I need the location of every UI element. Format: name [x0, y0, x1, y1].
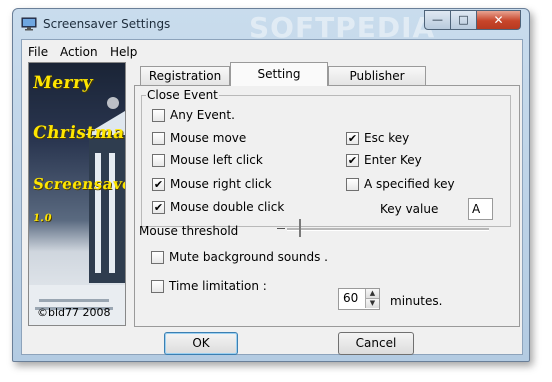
client-area: File Action Help Merry Christmas Screens…: [21, 39, 523, 355]
time-limit-value: 60: [343, 291, 359, 305]
time-limit-unit: minutes.: [390, 294, 443, 308]
any-event-checkbox[interactable]: [152, 109, 165, 122]
spin-up-icon[interactable]: ▲: [365, 289, 379, 299]
tab-setting[interactable]: Setting: [230, 62, 328, 86]
esc-key-label: Esc key: [364, 131, 410, 145]
banner-line-3: Screensaver: [31, 175, 126, 193]
window-title: Screensaver Settings: [43, 17, 171, 31]
minimize-button[interactable]: —: [424, 10, 451, 30]
close-event-label: Close Event: [146, 88, 219, 102]
banner-copyright: ©bld77 2008: [37, 306, 111, 319]
ok-button[interactable]: OK: [164, 332, 238, 355]
specified-key-label: A specified key: [364, 177, 455, 191]
banner-line-1: Merry: [31, 73, 95, 93]
spin-down-icon[interactable]: ▼: [365, 299, 379, 308]
title-bar[interactable]: Screensaver Settings SOFTPEDIA — □ ✕: [13, 9, 529, 44]
menu-file[interactable]: File: [28, 45, 48, 59]
snowy-scene-image: [29, 97, 125, 325]
mouse-double-click-label: Mouse double click: [170, 200, 285, 214]
cancel-button[interactable]: Cancel: [338, 332, 414, 355]
mouse-threshold-thumb[interactable]: [299, 219, 302, 237]
banner-version: 1.0: [32, 213, 53, 224]
esc-key-checkbox[interactable]: ✔: [346, 132, 359, 145]
mouse-move-checkbox[interactable]: [152, 132, 165, 145]
mouse-right-click-label: Mouse right click: [170, 177, 272, 191]
mouse-threshold-slider[interactable]: [287, 228, 489, 231]
menu-action[interactable]: Action: [60, 45, 98, 59]
enter-key-label: Enter Key: [364, 153, 422, 167]
key-value-label: Key value: [380, 202, 439, 216]
banner-image: Merry Christmas Screensaver 1.0 ©bld77 2…: [28, 62, 126, 326]
enter-key-checkbox[interactable]: ✔: [346, 154, 359, 167]
mute-background-label: Mute background sounds .: [169, 250, 328, 264]
key-value-input[interactable]: A: [468, 198, 493, 220]
mouse-threshold-label: Mouse threshold: [139, 224, 239, 238]
time-limitation-checkbox[interactable]: [151, 280, 164, 293]
any-event-label: Any Event.: [170, 108, 235, 122]
specified-key-checkbox[interactable]: [346, 178, 359, 191]
tab-publisher[interactable]: Publisher: [328, 66, 426, 85]
app-window: Screensaver Settings SOFTPEDIA — □ ✕ Fil…: [12, 8, 530, 362]
time-limitation-label: Time limitation :: [169, 279, 267, 293]
menu-help[interactable]: Help: [110, 45, 137, 59]
mouse-left-click-checkbox[interactable]: [152, 154, 165, 167]
monitor-icon: [21, 17, 37, 31]
close-icon: ✕: [493, 13, 504, 27]
mouse-right-click-checkbox[interactable]: ✔: [152, 178, 165, 191]
time-limit-spinner[interactable]: 60 ▲ ▼: [338, 288, 380, 310]
mute-background-checkbox[interactable]: [151, 251, 164, 264]
banner-line-2: Christmas: [31, 123, 126, 143]
maximize-icon: □: [458, 13, 469, 26]
minimize-icon: —: [432, 13, 443, 26]
mouse-double-click-checkbox[interactable]: ✔: [152, 201, 165, 214]
close-event-group: Close Event Any Event. Mouse move Mouse …: [141, 88, 511, 227]
setting-panel: Close Event Any Event. Mouse move Mouse …: [134, 85, 520, 327]
mouse-left-click-label: Mouse left click: [170, 153, 263, 167]
close-button[interactable]: ✕: [476, 10, 521, 30]
mouse-move-label: Mouse move: [170, 131, 247, 145]
tab-registration[interactable]: Registration: [140, 66, 230, 85]
slider-tick: [277, 228, 285, 229]
maximize-button[interactable]: □: [450, 10, 477, 30]
